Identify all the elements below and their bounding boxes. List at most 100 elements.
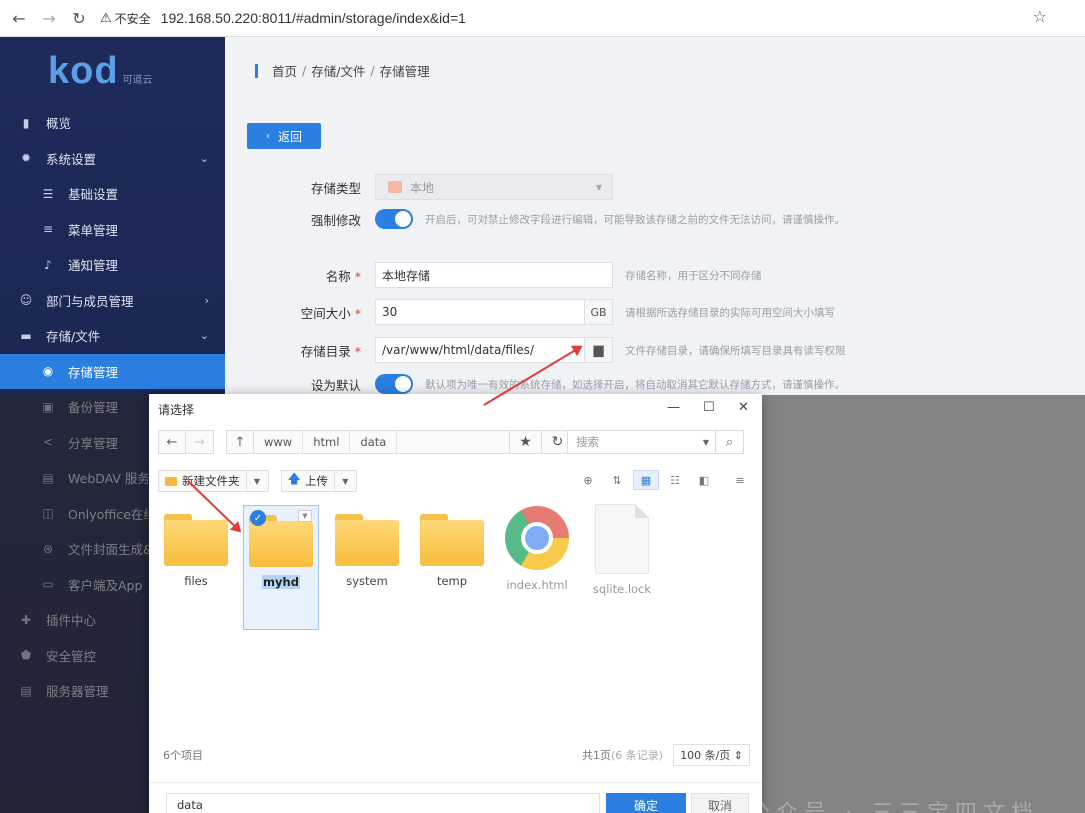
list-icon: ≡: [42, 222, 54, 237]
size-label: 空间大小 *: [300, 305, 361, 321]
folder-icon: [165, 476, 177, 486]
storage-type-select[interactable]: 本地 ▼: [375, 174, 613, 200]
warning-triangle-icon: ⚠: [100, 10, 112, 26]
caret-down-icon[interactable]: ▼: [703, 438, 709, 447]
file-item-files[interactable]: files: [158, 514, 234, 588]
item-count: 6个项目: [163, 749, 203, 762]
directory-hint: 文件存储目录，请确保所填写目录具有读写权限: [625, 344, 846, 357]
sidebar-item[interactable]: ▮ 概览: [0, 105, 225, 141]
path-crumb[interactable]: html: [303, 431, 351, 453]
breadcrumb-storage-files[interactable]: 存储/文件: [311, 61, 365, 80]
storage-type-label: 存储类型: [310, 180, 361, 196]
menu-lines-icon[interactable]: ≡: [727, 470, 753, 490]
icon-view-icon[interactable]: ▦: [633, 470, 659, 490]
caret-down-icon[interactable]: ▼: [334, 470, 357, 492]
close-icon[interactable]: ✕: [738, 400, 749, 415]
dialog-toolbar: 新建文件夹 ▼ 🡅 上传 ▼ ⊕ ⇅ ▦ ☷ ◧ ≡: [158, 468, 753, 494]
bell-icon: ♪: [44, 257, 52, 272]
sort-icon[interactable]: ⇅: [604, 470, 630, 490]
size-hint: 请根据所选存储目录的实际可用空间大小填写: [625, 306, 835, 319]
size-unit: GB: [585, 299, 613, 325]
chrome-icon: [505, 506, 569, 570]
confirm-button[interactable]: 确定: [606, 793, 686, 813]
name-row: 名称 * 本地存储 存储名称，用于区分不同存储: [285, 262, 762, 288]
file-item-index-html[interactable]: index.html: [499, 506, 575, 592]
folder-icon: [420, 514, 484, 566]
path-crumbs: www html data: [254, 430, 510, 454]
maximize-icon[interactable]: ☐: [703, 400, 715, 415]
sidebar-item[interactable]: ≡ 菜单管理: [0, 212, 225, 248]
chevron-right-icon: ›: [204, 293, 209, 307]
browser-toolbar: ← → ↻ ⚠ 不安全 192.168.50.220:8011/#admin/st…: [0, 0, 1085, 37]
forward-arrow-icon[interactable]: →: [38, 7, 60, 29]
reload-icon[interactable]: ↻: [68, 7, 90, 29]
back-arrow-icon[interactable]: ←: [8, 7, 30, 29]
back-button[interactable]: ‹ 返回: [247, 123, 321, 149]
logo: kod 可道云: [0, 37, 225, 105]
minimize-icon[interactable]: —: [667, 400, 680, 415]
chart-bar-icon: ▮: [22, 115, 30, 130]
selected-path-input[interactable]: data: [166, 793, 600, 813]
file-item-myhd[interactable]: ✓ ▼ myhd: [243, 505, 319, 630]
sidebar-item-label: 存储/文件: [46, 329, 101, 345]
search-input[interactable]: 搜索 ▼ ⌕: [567, 430, 744, 454]
sidebar-item[interactable]: ▬ 存储/文件 ⌄: [0, 318, 225, 354]
url-text: 192.168.50.220:8011/#admin/storage/index…: [160, 10, 466, 26]
sidebar-item[interactable]: ☺ 部门与成员管理 ›: [0, 283, 225, 319]
path-crumb[interactable]: www: [254, 431, 304, 453]
page-size-select[interactable]: 100 条/页 ⇕: [673, 744, 750, 766]
gear-icon: ✹: [20, 151, 32, 166]
sidebar-item[interactable]: ✹ 系统设置 ⌄: [0, 141, 225, 177]
file-item-system[interactable]: system: [329, 514, 405, 588]
security-warning[interactable]: ⚠ 不安全: [100, 10, 151, 27]
back-nav-icon[interactable]: ←: [158, 430, 186, 454]
folder-icon: ▬: [20, 328, 32, 343]
bookmark-star-icon[interactable]: ☆: [1033, 7, 1047, 26]
sidebar-item-label: 通知管理: [68, 258, 119, 274]
logo-brand: kod: [48, 49, 119, 92]
zoom-icon[interactable]: ⊕: [575, 470, 601, 490]
sidebar-item[interactable]: ♪ 通知管理: [0, 247, 225, 283]
search-icon[interactable]: ⌕: [715, 431, 743, 453]
chevron-down-icon: ⌄: [199, 329, 209, 343]
name-input[interactable]: 本地存储: [375, 262, 613, 288]
database-icon: ◉: [42, 364, 54, 379]
default-label: 设为默认: [310, 377, 361, 393]
folder-picker-icon[interactable]: ▆: [585, 337, 613, 363]
list-view-icon[interactable]: ☷: [662, 470, 688, 490]
new-folder-button[interactable]: 新建文件夹: [158, 470, 247, 492]
chevron-down-icon[interactable]: ▼: [298, 510, 312, 522]
storage-type-row: 存储类型 本地 ▼: [285, 174, 613, 200]
force-edit-toggle[interactable]: [375, 209, 413, 229]
name-hint: 存储名称，用于区分不同存储: [625, 269, 762, 282]
file-grid: files ✓ ▼ myhd system temp index.html sq…: [149, 502, 762, 732]
path-crumb[interactable]: data: [350, 431, 398, 453]
size-input[interactable]: 30: [375, 299, 585, 325]
caret-down-icon[interactable]: ▼: [246, 470, 269, 492]
up-dir-icon[interactable]: ↑: [226, 430, 254, 454]
cancel-button[interactable]: 取消: [691, 793, 749, 813]
file-item-sqlite-lock[interactable]: sqlite.lock: [584, 504, 660, 596]
sliders-icon: ☰: [42, 186, 54, 201]
default-hint: 默认项为唯一有效的系统存储，如选择开启，将自动取消其它默认存储方式，请谨慎操作。: [425, 378, 845, 391]
upload-button[interactable]: 🡅 上传: [280, 470, 335, 492]
directory-input[interactable]: /var/www/html/data/files/: [375, 337, 585, 363]
view-tools: ⊕ ⇅ ▦ ☷ ◧ ≡: [572, 470, 753, 490]
checkmark-icon[interactable]: ✓: [250, 510, 266, 526]
forward-nav-icon[interactable]: →: [186, 430, 214, 454]
sidebar-item[interactable]: ◉ 存储管理: [0, 353, 225, 389]
sidebar-item-label: 部门与成员管理: [46, 293, 134, 309]
breadcrumb-home[interactable]: 首页: [272, 61, 297, 80]
favorite-star-icon[interactable]: ★: [510, 430, 542, 454]
sidebar-item[interactable]: ☰ 基础设置: [0, 176, 225, 212]
chevron-left-icon: ‹: [265, 130, 270, 142]
address-bar[interactable]: ⚠ 不安全 192.168.50.220:8011/#admin/storage/…: [100, 5, 466, 31]
sidebar-item-label: 菜单管理: [68, 222, 119, 238]
force-edit-label: 强制修改: [310, 212, 361, 228]
split-view-icon[interactable]: ◧: [691, 470, 717, 490]
logo-sub: 可道云: [122, 74, 153, 86]
disk-icon: [388, 181, 402, 193]
default-toggle[interactable]: [375, 374, 413, 394]
breadcrumb: 首页 / 存储/文件 / 存储管理: [255, 61, 430, 80]
file-item-temp[interactable]: temp: [414, 514, 490, 588]
